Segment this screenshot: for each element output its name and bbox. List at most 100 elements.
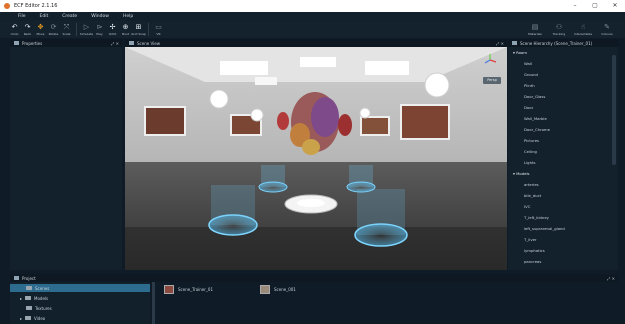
rotate-button[interactable]: ⟳ Rotate	[47, 21, 60, 38]
panel-controls-icon[interactable]: ⤢ ✕	[111, 41, 119, 46]
folder-icon	[25, 296, 32, 300]
right-toolbar: ▤ Materials ⚇ Tracking ☝ Interactable ✎ Colo…	[523, 21, 619, 38]
hierarchy-icon	[512, 41, 517, 45]
chevron-right-icon[interactable]: ▸	[20, 296, 22, 301]
project-folder-scenes[interactable]: Scenes	[10, 284, 150, 292]
panel-controls-icon[interactable]: ⤢ ✕	[607, 276, 615, 281]
scene-thumbnail	[260, 285, 270, 294]
asset-label: Scene_Trainer_01	[178, 287, 213, 292]
scene-thumbnail	[164, 285, 174, 294]
hierarchy-header: Scene Hierarchy (Scene_Trainer_01)	[508, 39, 618, 47]
grid-snap-icon: ⊞	[135, 23, 142, 31]
folder-icon	[26, 286, 32, 290]
folder-label: Textures	[35, 305, 52, 311]
undo-button[interactable]: ↶ Undo	[8, 21, 21, 38]
hierarchy-item[interactable]: left_suprarenal_gland	[524, 226, 565, 231]
properties-title: Properties	[22, 40, 43, 46]
minimize-icon[interactable]: –	[565, 0, 585, 12]
scale-icon: ⤧	[63, 23, 70, 31]
vr-button[interactable]: ▭ VR	[152, 21, 165, 38]
play-alt-icon: ⊳	[96, 23, 103, 31]
hierarchy-item[interactable]: Ceiling	[524, 149, 537, 154]
project-title: Project	[22, 275, 36, 281]
panel-controls-icon[interactable]: ⤢ ✕	[496, 41, 504, 46]
title-bar: ECF Editor 2.1.16 – ▢ ✕	[0, 0, 625, 12]
project-assets-panel: Scene_Trainer_01 Scene_001	[156, 282, 618, 324]
chevron-right-icon[interactable]: ▸	[20, 316, 22, 321]
grid-snap-button[interactable]: ⊞ Grid Snap	[131, 21, 146, 38]
asset-scene-file[interactable]: Scene_001	[260, 285, 296, 294]
projection-toggle-button[interactable]: Persp	[483, 77, 501, 84]
hierarchy-item[interactable]: Plinth	[524, 83, 535, 88]
hierarchy-item[interactable]: Door	[524, 105, 533, 110]
colours-button[interactable]: ✎ Colours	[595, 21, 619, 38]
scale-button[interactable]: ⤧ Scale	[60, 21, 73, 38]
hierarchy-item[interactable]: T_liver	[524, 237, 536, 242]
folder-icon	[26, 306, 32, 310]
hierarchy-item[interactable]: Door_Glass	[524, 94, 545, 99]
materials-button[interactable]: ▤ Materials	[523, 21, 547, 38]
menu-bar: File Edit Create Window Help	[0, 12, 625, 21]
hierarchy-item[interactable]: Door_Chrome	[524, 127, 550, 132]
undo-icon: ↶	[11, 23, 18, 31]
hierarchy-item[interactable]: Wall_Marble	[524, 116, 547, 121]
hierarchy-item[interactable]: Wall	[524, 61, 532, 66]
asset-scene-file[interactable]: Scene_Trainer_01	[164, 285, 213, 294]
play-button[interactable]: ⊳ Play	[93, 21, 106, 38]
asset-label: Scene_001	[274, 287, 296, 292]
project-tree-panel: Scenes ▸ Models Textures ▸ Video	[10, 282, 150, 324]
interactable-button[interactable]: ☝ Interactable	[571, 21, 595, 38]
orbit-button[interactable]: ✢ Orbit	[106, 21, 119, 38]
scene-view-header: Scene View ⤢ ✕	[125, 39, 507, 47]
project-icon	[14, 276, 19, 280]
hierarchy-panel: ▾ Room Wall Ground Plinth Door_Glass Doo…	[508, 47, 618, 270]
scene-render	[125, 47, 507, 270]
move-icon: ✥	[37, 23, 44, 31]
scene-view-icon	[129, 41, 134, 45]
scene-viewport[interactable]: Persp	[125, 47, 507, 270]
move-button[interactable]: ✥ Move	[34, 21, 47, 38]
hierarchy-title: Scene Hierarchy (Scene_Trainer_01)	[520, 40, 593, 46]
tracking-button[interactable]: ⚇ Tracking	[547, 21, 571, 38]
menu-file[interactable]: File	[18, 14, 26, 19]
menu-help[interactable]: Help	[123, 14, 133, 19]
play-icon: ▷	[83, 23, 90, 31]
hierarchy-item[interactable]: Ground	[524, 72, 538, 77]
orbit-icon: ✢	[109, 23, 116, 31]
hierarchy-item[interactable]: Pictures	[524, 138, 539, 143]
project-folder-models[interactable]: ▸ Models	[20, 294, 48, 302]
axis-gizmo[interactable]	[483, 53, 497, 67]
hierarchy-item[interactable]: lymphatics	[524, 248, 545, 253]
hierarchy-group-room[interactable]: ▾ Room	[513, 50, 527, 55]
maximize-icon[interactable]: ▢	[585, 0, 605, 12]
project-folder-textures[interactable]: Textures	[26, 304, 52, 312]
hierarchy-item[interactable]: pancreas	[524, 259, 541, 264]
app-logo-icon	[4, 3, 10, 9]
hierarchy-scrollbar[interactable]	[612, 55, 616, 165]
folder-icon	[25, 316, 32, 320]
hierarchy-item[interactable]: Lights	[524, 160, 535, 165]
toolbar-divider	[148, 23, 149, 36]
menu-edit[interactable]: Edit	[40, 14, 49, 19]
redo-button[interactable]: ↷ Redo	[21, 21, 34, 38]
menu-window[interactable]: Window	[91, 14, 109, 19]
hierarchy-item[interactable]: IVC	[524, 204, 530, 209]
pivot-button[interactable]: ⊕ Pivot	[119, 21, 132, 38]
hierarchy-group-label: Room	[516, 50, 527, 55]
materials-icon: ▤	[531, 23, 539, 31]
close-icon[interactable]: ✕	[605, 0, 625, 12]
hierarchy-group-models[interactable]: ▾ Models	[513, 171, 530, 176]
simulate-button[interactable]: ▷ Simulate	[80, 21, 93, 38]
project-folder-video[interactable]: ▸ Video	[20, 314, 45, 322]
window-controls: – ▢ ✕	[565, 0, 625, 12]
hierarchy-item[interactable]: T_left_kidney	[524, 215, 549, 220]
folder-label: Models	[34, 295, 49, 301]
menu-create[interactable]: Create	[62, 14, 77, 19]
project-tree-scrollbar[interactable]	[152, 282, 155, 324]
hierarchy-item[interactable]: arteries	[524, 182, 539, 187]
hierarchy-item[interactable]: bile_duct	[524, 193, 541, 198]
folder-label: Scenes	[35, 285, 50, 291]
redo-icon: ↷	[24, 23, 31, 31]
scene-view-title: Scene View	[137, 40, 160, 46]
axis-gizmo-icon	[484, 54, 497, 64]
